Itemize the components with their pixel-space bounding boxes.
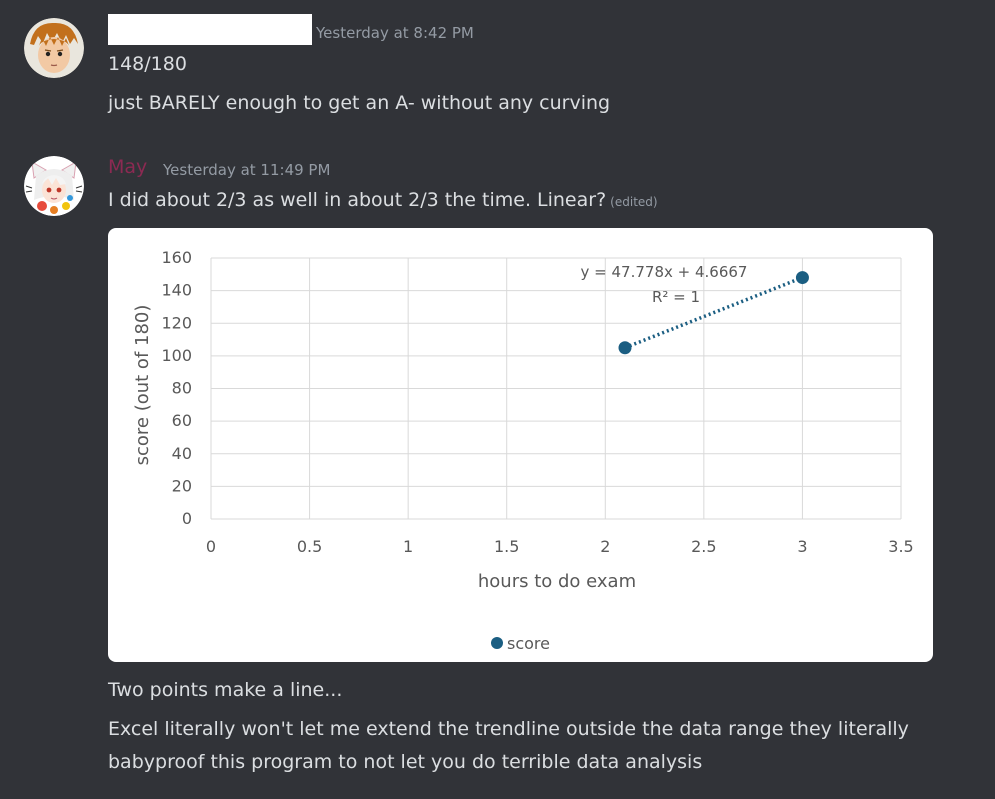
message-text: 148/180 xyxy=(108,53,187,75)
y-axis-ticks: 0 20 40 60 80 100 120 140 160 xyxy=(161,248,192,528)
y-tick-label: 160 xyxy=(161,248,192,267)
message-text: I did about 2/3 as well in about 2/3 the… xyxy=(108,189,658,211)
message-timestamp: Yesterday at 8:42 PM xyxy=(316,24,474,42)
scatter-chart: 0 20 40 60 80 100 120 140 160 0 0.5 1 1.5 2 2.5 3 3.5 y… xyxy=(132,248,914,653)
y-tick-label: 60 xyxy=(172,411,192,430)
y-tick-label: 40 xyxy=(172,444,192,463)
x-tick-label: 1 xyxy=(403,537,413,556)
y-tick-label: 120 xyxy=(161,313,192,332)
x-tick-label: 3.5 xyxy=(888,537,913,556)
trendline-r-squared: R² = 1 xyxy=(652,288,700,306)
x-axis-label: hours to do exam xyxy=(478,571,636,592)
message-text: babyproof this program to not let you do… xyxy=(108,751,703,773)
data-point xyxy=(618,341,632,355)
trendline-equation: y = 47.778x + 4.6667 xyxy=(581,263,748,281)
x-tick-label: 2 xyxy=(600,537,610,556)
chart-gridlines xyxy=(210,257,902,520)
message-text: just BARELY enough to get an A- without … xyxy=(108,92,611,114)
message-1: Yesterday at 8:42 PM 148/180 just BARELY… xyxy=(0,0,995,140)
avatar[interactable] xyxy=(24,18,84,78)
y-tick-label: 0 xyxy=(182,509,192,528)
username-redacted[interactable] xyxy=(108,14,312,45)
avatar[interactable] xyxy=(24,156,84,216)
message-text: Two points make a line... xyxy=(108,679,343,701)
chart-image-attachment[interactable]: 0 20 40 60 80 100 120 140 160 0 0.5 1 1.5 2 2.5 3 3.5 y… xyxy=(108,228,933,662)
x-tick-label: 3 xyxy=(797,537,807,556)
y-tick-label: 80 xyxy=(172,379,192,398)
x-axis-ticks: 0 0.5 1 1.5 2 2.5 3 3.5 xyxy=(206,537,914,556)
x-tick-label: 2.5 xyxy=(691,537,716,556)
username[interactable]: May xyxy=(108,156,147,178)
y-axis-label: score (out of 180) xyxy=(132,305,153,466)
y-tick-label: 140 xyxy=(161,281,192,300)
y-tick-label: 20 xyxy=(172,476,192,495)
legend-marker xyxy=(491,637,503,649)
x-tick-label: 0.5 xyxy=(297,537,322,556)
edited-label: (edited) xyxy=(610,195,658,209)
y-tick-label: 100 xyxy=(161,346,192,365)
x-tick-label: 1.5 xyxy=(494,537,519,556)
message-timestamp: Yesterday at 11:49 PM xyxy=(163,161,331,179)
x-tick-label: 0 xyxy=(206,537,216,556)
legend: score xyxy=(491,634,550,653)
message-text-content: I did about 2/3 as well in about 2/3 the… xyxy=(108,189,607,211)
legend-label: score xyxy=(507,634,550,653)
data-point xyxy=(795,271,809,285)
message-text: Excel literally won't let me extend the … xyxy=(108,718,909,740)
avatar-image xyxy=(24,18,84,78)
avatar-image xyxy=(24,156,84,216)
